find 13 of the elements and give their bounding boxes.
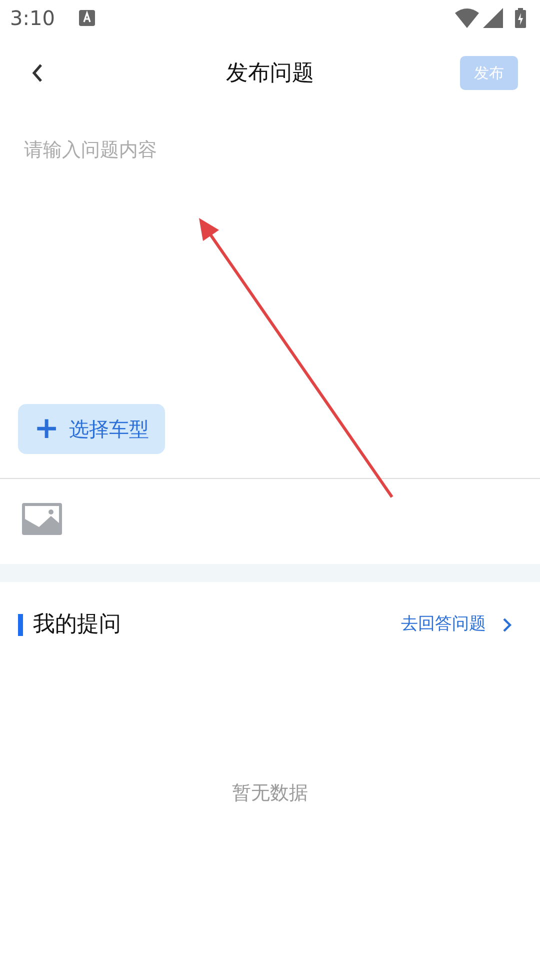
page-title: 发布问题 [226, 60, 314, 88]
keyboard-icon [78, 10, 95, 26]
back-button[interactable] [30, 62, 44, 84]
select-car-model-button[interactable]: + 选择车型 [18, 404, 166, 454]
status-time: 3:10 [10, 5, 55, 32]
answer-questions-link[interactable]: 去回答问题 [401, 612, 512, 638]
battery-icon [515, 8, 526, 28]
wifi-icon [455, 8, 479, 28]
section-marker [18, 614, 23, 636]
chevron-right-icon [502, 616, 512, 632]
empty-text: 暂无数据 [231, 781, 309, 806]
signal-icon [483, 8, 503, 28]
section-title: 我的提问 [33, 611, 121, 639]
